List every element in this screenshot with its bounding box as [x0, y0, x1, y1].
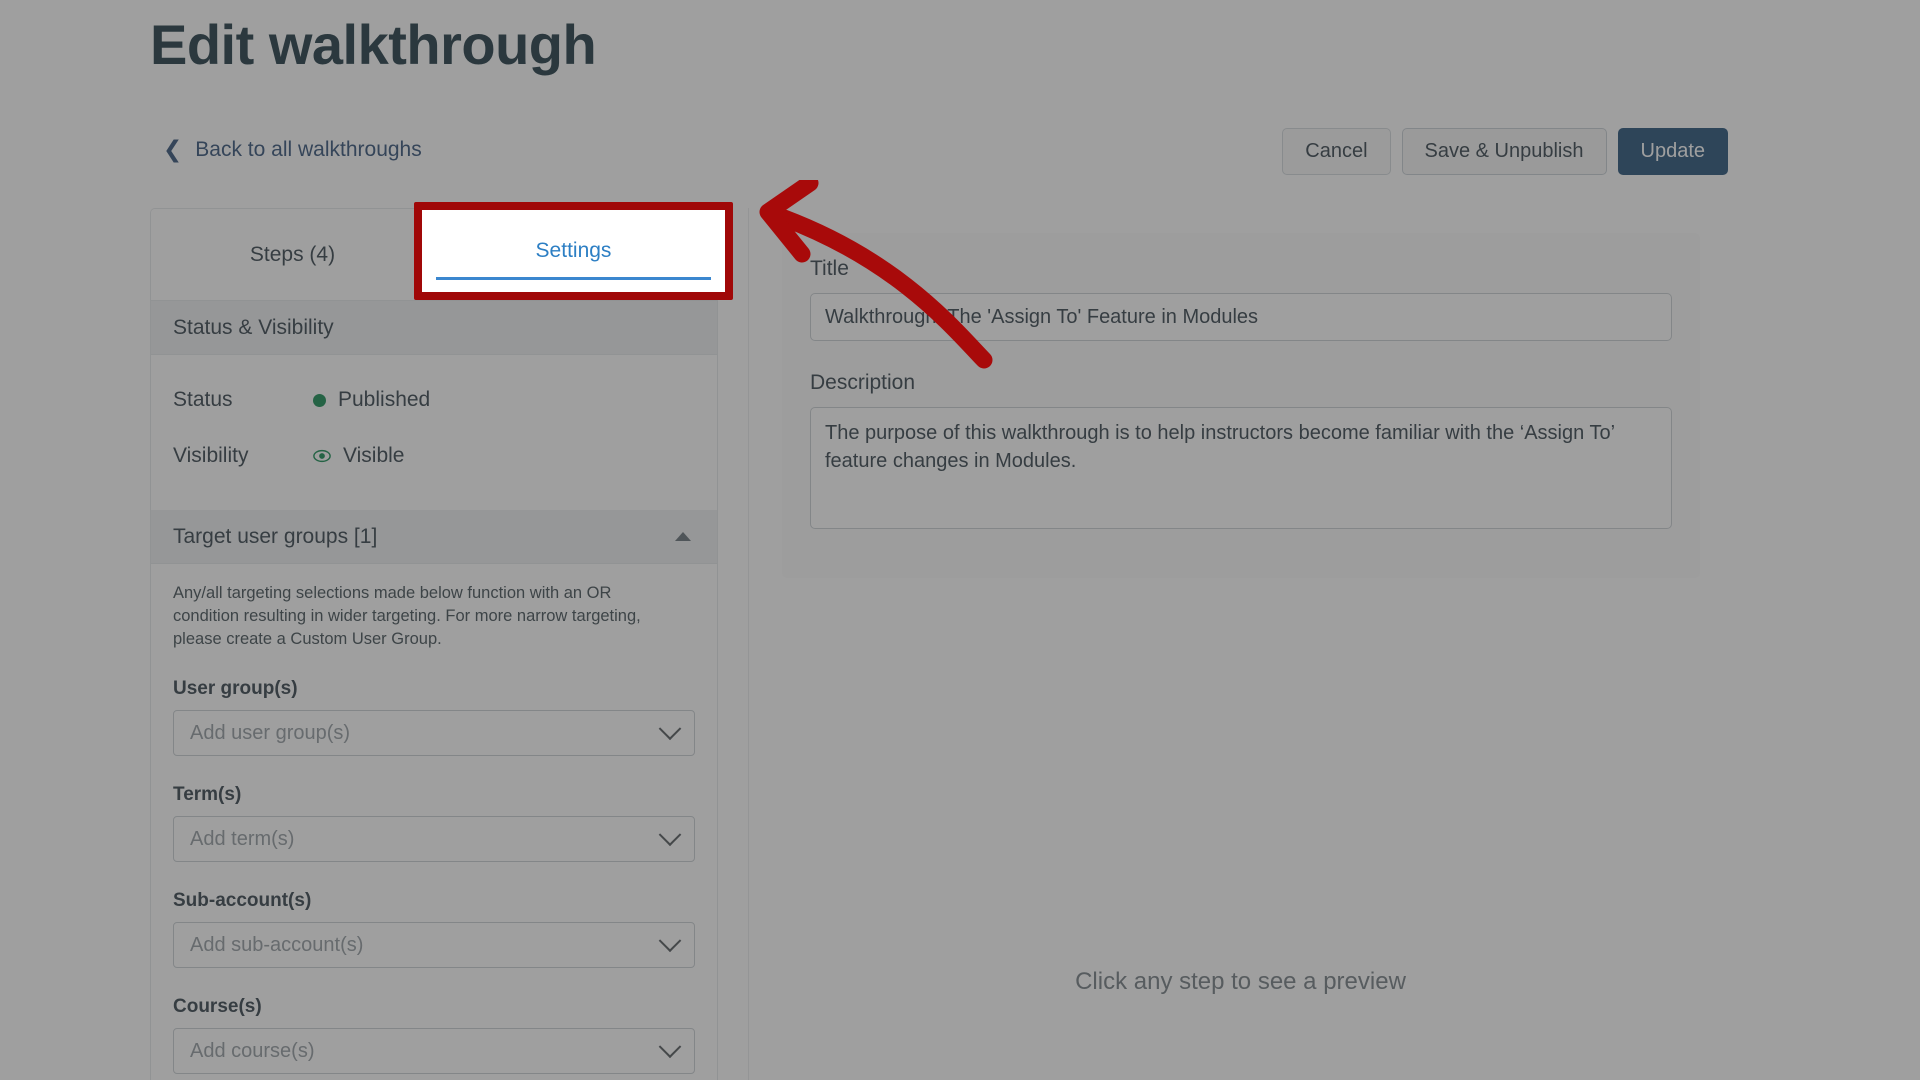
description-label: Description — [810, 371, 916, 394]
terms-label: Term(s) — [173, 784, 242, 806]
cancel-button[interactable]: Cancel — [1282, 128, 1391, 175]
sub-accounts-select[interactable]: Add sub-account(s) — [173, 922, 695, 969]
target-help-text: Any/all targeting selections made below … — [173, 584, 641, 648]
target-user-groups-section-header[interactable]: Target user groups [1] — [151, 510, 717, 564]
status-row: Status Published — [173, 372, 695, 428]
status-label: Status — [173, 388, 233, 411]
back-to-all-walkthroughs-link[interactable]: ❮ Back to all walkthroughs — [163, 135, 422, 162]
status-visibility-heading: Status & Visibility — [173, 315, 334, 339]
chevron-left-icon: ❮ — [163, 135, 183, 162]
status-badge: Published — [338, 388, 431, 411]
visibility-label: Visibility — [173, 444, 249, 467]
screen: Edit walkthrough ❮ Back to all walkthrou… — [0, 0, 1920, 1080]
save-and-unpublish-button[interactable]: Save & Unpublish — [1401, 128, 1607, 175]
sub-accounts-placeholder: Add sub-account(s) — [190, 933, 364, 956]
visibility-value-group: Visible — [313, 444, 404, 468]
status-visibility-section-header: Status & Visibility — [151, 301, 717, 355]
chevron-up-icon[interactable] — [675, 532, 691, 541]
status-value-group: Published — [313, 388, 430, 412]
page-title: Edit walkthrough — [150, 13, 597, 76]
title-input[interactable]: Walkthrough: The 'Assign To' Feature in … — [810, 293, 1672, 341]
sub-accounts-label: Sub-account(s) — [173, 890, 312, 912]
courses-label: Course(s) — [173, 996, 262, 1018]
update-button[interactable]: Update — [1617, 128, 1728, 175]
chevron-down-icon[interactable] — [658, 1035, 682, 1059]
highlighted-tab-label: Settings — [535, 239, 612, 262]
chevron-down-icon[interactable] — [658, 717, 682, 741]
target-user-groups-heading: Target user groups [1] — [173, 524, 378, 548]
back-link-label: Back to all walkthroughs — [195, 138, 422, 161]
terms-placeholder: Add term(s) — [190, 827, 295, 850]
title-label: Title — [810, 257, 849, 280]
user-groups-placeholder: Add user group(s) — [190, 721, 351, 744]
visibility-badge: Visible — [343, 444, 405, 467]
field-user-groups: User group(s) Add user group(s) — [151, 678, 717, 757]
status-visibility-rows: Status Published Visibility Visible — [151, 355, 717, 510]
user-groups-select[interactable]: Add user group(s) — [173, 710, 695, 757]
chevron-down-icon[interactable] — [658, 929, 682, 953]
green-dot-icon — [313, 393, 326, 407]
description-textarea[interactable]: The purpose of this walkthrough is to he… — [810, 407, 1672, 529]
walkthrough-details-card: Title Walkthrough: The 'Assign To' Featu… — [782, 233, 1700, 578]
courses-select[interactable]: Add course(s) — [173, 1028, 695, 1075]
field-courses: Course(s) Add course(s) — [151, 996, 717, 1075]
user-groups-label: User group(s) — [173, 678, 298, 700]
preview-placeholder-text: Click any step to see a preview — [1075, 968, 1406, 995]
tab-steps[interactable]: Steps (4) — [151, 209, 434, 300]
app-page: Edit walkthrough ❮ Back to all walkthrou… — [0, 0, 1920, 1080]
field-sub-accounts: Sub-account(s) Add sub-account(s) — [151, 890, 717, 969]
highlighted-settings-tab[interactable]: Settings — [422, 210, 725, 292]
visibility-row: Visibility Visible — [173, 428, 695, 484]
chevron-down-icon[interactable] — [658, 823, 682, 847]
active-tab-underline — [436, 277, 711, 280]
header-action-buttons: Cancel Save & Unpublish Update — [1282, 128, 1728, 175]
settings-panel: Steps (4) Settings Status & Visibility S… — [150, 208, 718, 1080]
field-terms: Term(s) Add term(s) — [151, 784, 717, 863]
courses-placeholder: Add course(s) — [190, 1039, 315, 1062]
terms-select[interactable]: Add term(s) — [173, 816, 695, 863]
eye-icon — [313, 447, 331, 465]
main-content-panel: Title Walkthrough: The 'Assign To' Featu… — [748, 208, 1732, 1080]
